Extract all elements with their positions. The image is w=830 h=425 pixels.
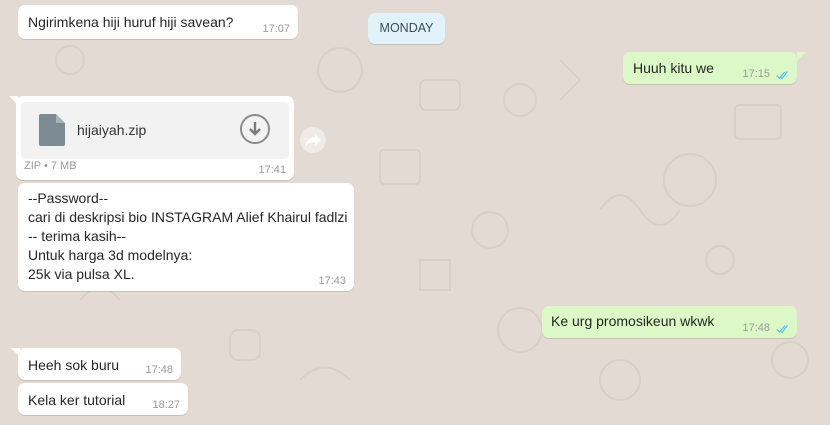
file-meta: ZIP • 7 MB (24, 160, 77, 172)
message-text: Ke urg promosikeun wkwk (551, 313, 715, 329)
message-line: cari di deskripsi bio INSTAGRAM Alief Kh… (28, 209, 348, 225)
message-text-block: --Password-- cari di deskripsi bio INSTA… (28, 189, 348, 284)
message-bubble-incoming[interactable]: Heeh sok buru 17:48 (18, 348, 181, 380)
message-time: 17:41 (258, 164, 286, 176)
download-button[interactable] (240, 114, 270, 144)
message-line: -- terima kasih-- (28, 228, 127, 244)
message-bubble-incoming[interactable]: Ngirimkena hiji huruf hiji savean? 17:07 (18, 5, 298, 39)
file-message-bubble[interactable]: hijaiyah.zip ZIP • 7 MB 17:41 (16, 96, 294, 180)
forward-icon (305, 134, 321, 147)
double-check-icon (776, 325, 788, 334)
message-time: 18:27 (152, 399, 180, 411)
message-bubble-incoming[interactable]: --Password-- cari di deskripsi bio INSTA… (18, 183, 354, 291)
message-text: Ngirimkena hiji huruf hiji savean? (28, 14, 234, 30)
message-line: 25k via pulsa XL. (28, 266, 135, 282)
message-bubble-outgoing[interactable]: Huuh kitu we 17:15 (623, 52, 797, 84)
message-text: Kela ker tutorial (28, 392, 126, 408)
message-time: 17:43 (318, 275, 346, 287)
message-time: 17:07 (262, 23, 290, 35)
message-text: Huuh kitu we (633, 60, 714, 76)
message-bubble-outgoing[interactable]: Ke urg promosikeun wkwk 17:48 (542, 306, 797, 338)
forward-button[interactable] (300, 127, 326, 153)
double-check-icon (776, 71, 788, 80)
message-line: Untuk harga 3d modelnya: (28, 247, 193, 263)
download-icon (249, 122, 261, 136)
file-attachment[interactable]: hijaiyah.zip (21, 102, 289, 159)
message-bubble-incoming[interactable]: Kela ker tutorial 18:27 (18, 383, 188, 415)
message-time: 17:15 (742, 68, 770, 80)
file-name: hijaiyah.zip (77, 122, 147, 138)
day-divider: MONDAY (368, 13, 445, 44)
file-icon (39, 114, 65, 146)
message-time: 17:48 (742, 322, 770, 334)
message-line: --Password-- (28, 190, 109, 206)
bubble-tail (797, 52, 806, 61)
message-text: Heeh sok buru (28, 357, 120, 373)
message-time: 17:48 (145, 364, 173, 376)
